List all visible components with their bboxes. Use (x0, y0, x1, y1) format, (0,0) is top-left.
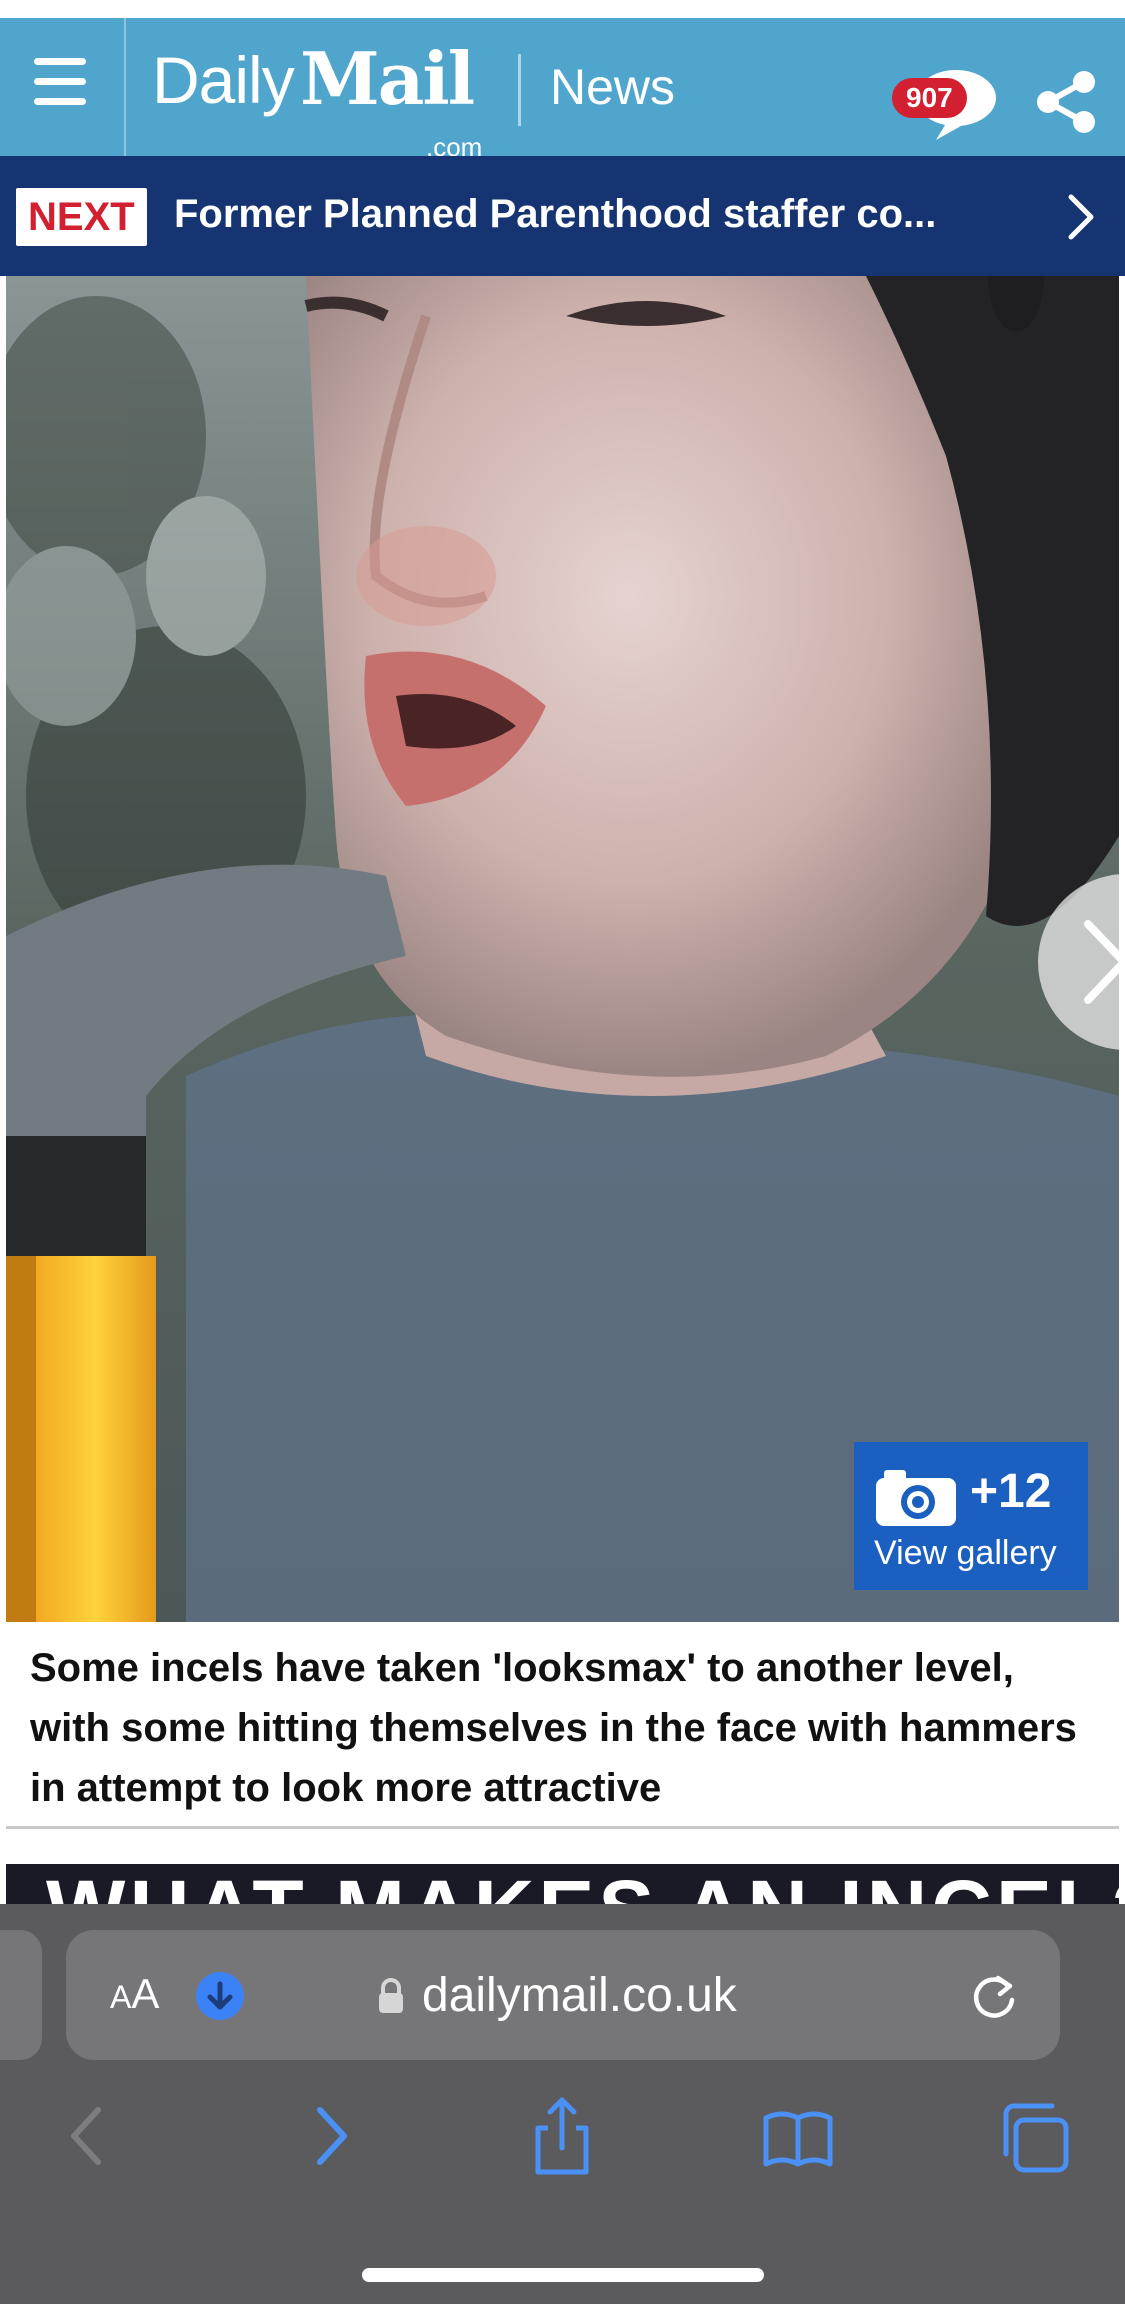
comment-count: 907 (892, 78, 967, 118)
download-icon[interactable] (196, 1972, 244, 2020)
next-badge: NEXT (16, 188, 147, 246)
next-article-bar[interactable]: NEXT Former Planned Parenthood staffer c… (0, 156, 1125, 276)
home-indicator[interactable] (362, 2268, 764, 2282)
logo-daily-text: Daily (152, 43, 295, 117)
share-icon[interactable] (524, 2094, 600, 2178)
gallery-next-button[interactable] (1036, 872, 1119, 1052)
aa-small-label: A (110, 1979, 132, 2015)
comments-button[interactable]: 907 (888, 64, 1000, 140)
next-image-banner[interactable]: WHAT MAKES AN INCEL? (6, 1864, 1119, 1904)
reader-settings-button[interactable]: AA (110, 1970, 159, 2018)
article-hero-image[interactable]: +12 View gallery (6, 276, 1119, 1622)
menu-icon[interactable] (30, 52, 92, 114)
browser-toolbar: AA dailymail.co.uk (0, 1904, 1125, 2304)
gallery-label: View gallery (874, 1534, 1057, 1572)
url-text[interactable]: dailymail.co.uk (422, 1968, 737, 2023)
reload-icon[interactable] (968, 1970, 1020, 2022)
share-icon[interactable] (1034, 70, 1098, 134)
gallery-count: +12 (970, 1465, 1052, 1518)
site-header: Daily Mail .com News 907 (0, 18, 1125, 162)
article-caption[interactable]: Some incels have taken 'looksmax' to ano… (30, 1638, 1090, 1818)
banner-text: WHAT MAKES AN INCEL? (46, 1868, 1119, 1904)
address-bar[interactable]: AA dailymail.co.uk (66, 1930, 1060, 2060)
tabs-icon[interactable] (996, 2094, 1072, 2178)
next-article-title[interactable]: Former Planned Parenthood staffer co... (174, 192, 984, 237)
previous-tab-peek[interactable] (0, 1930, 42, 2060)
caption-divider (6, 1826, 1119, 1829)
lock-icon (379, 1978, 403, 2013)
section-separator (518, 54, 521, 126)
logo-mail-text: Mail (300, 36, 475, 121)
aa-large-label: A (131, 1970, 160, 2017)
chevron-right-icon[interactable] (1066, 192, 1096, 242)
section-label[interactable]: News (550, 58, 675, 116)
forward-icon[interactable] (292, 2094, 368, 2178)
back-icon[interactable] (50, 2094, 126, 2178)
bookmarks-icon[interactable] (760, 2094, 836, 2178)
header-divider (124, 18, 126, 156)
camera-icon (876, 1470, 956, 1526)
hero-photo (6, 276, 1119, 1622)
view-gallery-button[interactable]: +12 View gallery (854, 1442, 1088, 1590)
